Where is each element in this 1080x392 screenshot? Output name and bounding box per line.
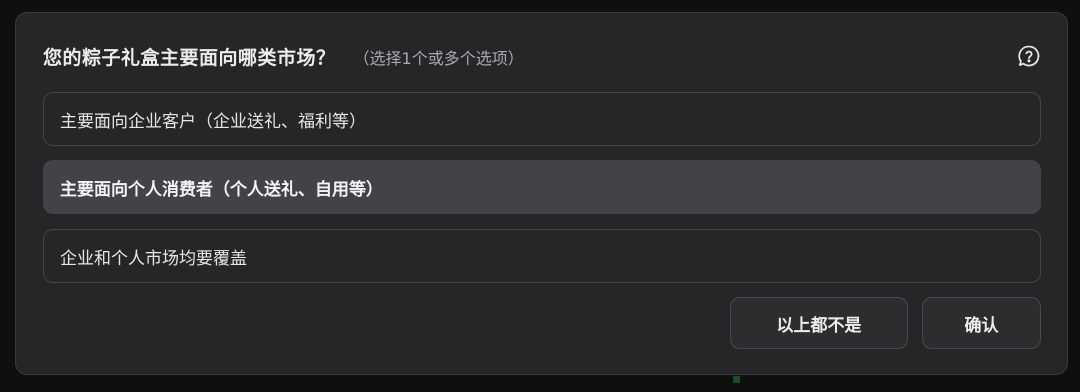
option-label: 企业和个人市场均要覆盖 bbox=[60, 248, 247, 269]
background-marker bbox=[733, 376, 740, 383]
confirm-button[interactable]: 确认 bbox=[922, 297, 1041, 349]
question-header: 您的粽子礼盒主要面向哪类市场？ （选择1个或多个选项） bbox=[43, 43, 524, 70]
option-label: 主要面向企业客户（企业送礼、福利等） bbox=[60, 111, 366, 132]
option-enterprise[interactable]: 主要面向企业客户（企业送礼、福利等） bbox=[43, 92, 1041, 146]
option-both[interactable]: 企业和个人市场均要覆盖 bbox=[43, 229, 1041, 283]
option-individual[interactable]: 主要面向个人消费者（个人送礼、自用等） bbox=[43, 160, 1041, 214]
question-title: 您的粽子礼盒主要面向哪类市场？ bbox=[43, 47, 336, 69]
selection-hint: （选择1个或多个选项） bbox=[353, 49, 524, 68]
option-label: 主要面向个人消费者（个人送礼、自用等） bbox=[60, 179, 383, 200]
none-of-above-label: 以上都不是 bbox=[776, 315, 862, 336]
none-of-above-button[interactable]: 以上都不是 bbox=[730, 297, 908, 349]
confirm-label: 确认 bbox=[964, 315, 999, 336]
question-card: 您的粽子礼盒主要面向哪类市场？ （选择1个或多个选项） 主要面向企业客户（企业送… bbox=[15, 12, 1068, 375]
help-icon[interactable] bbox=[1017, 44, 1041, 68]
